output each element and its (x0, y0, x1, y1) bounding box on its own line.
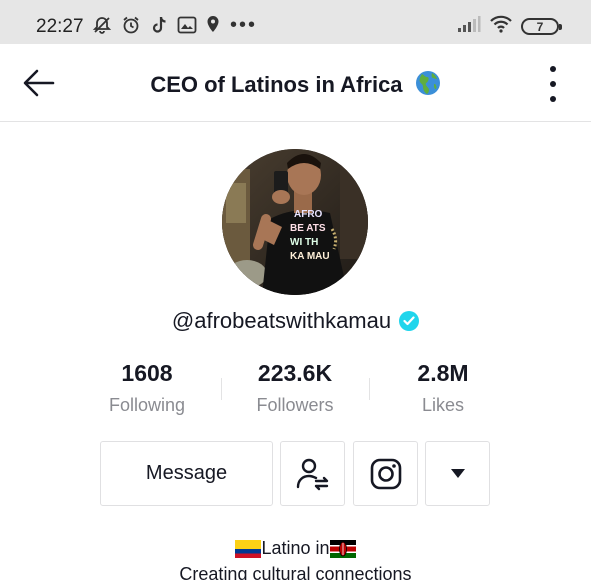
bio-line-1: Latino in (0, 538, 591, 559)
verified-badge-icon (399, 311, 420, 331)
alarm-icon (121, 15, 141, 35)
stat-followers[interactable]: 223.6K Followers (235, 360, 355, 416)
instagram-button[interactable] (353, 441, 418, 506)
more-notifications-icon: ••• (230, 14, 258, 36)
status-bar: 22:27 ••• 7 (0, 0, 591, 44)
following-label: Following (108, 395, 186, 415)
shirt-text-4: KA MAU (290, 251, 330, 262)
wifi-icon (489, 15, 513, 38)
stat-following[interactable]: 1608 Following (87, 360, 207, 416)
page-title: CEO of Latinos in Africa (0, 70, 591, 102)
followers-label: Followers (256, 395, 334, 415)
colombia-flag-icon (235, 539, 262, 558)
battery-level: 7 (536, 19, 544, 34)
dot-icon (550, 81, 556, 87)
username-row: @afrobeatswithkamau (0, 308, 591, 334)
notification-icons (92, 15, 220, 35)
likes-label: Likes (421, 395, 465, 415)
suggested-accounts-button[interactable] (425, 441, 490, 506)
profile-header: CEO of Latinos in Africa (0, 44, 591, 122)
bio-text-1: Latino in (261, 538, 330, 558)
shirt-text-1: AFRO (294, 209, 323, 220)
likes-count: 2.8M (417, 360, 469, 386)
page-title-text: CEO of Latinos in Africa (150, 72, 403, 97)
dot-icon (550, 96, 556, 102)
avatar-photo: AFRO BE ATS WI TH KA MAU (222, 149, 368, 295)
shirt-text-2: BE ATS (290, 223, 326, 234)
system-indicators: 7 (457, 15, 562, 38)
tiktok-icon (150, 15, 168, 35)
unfollow-button[interactable] (280, 441, 345, 506)
profile-avatar[interactable]: AFRO BE ATS WI TH KA MAU (222, 149, 368, 295)
status-time: 22:27 (36, 16, 84, 37)
bio-line-2: Creating cultural connections (179, 564, 412, 580)
bell-off-icon (92, 15, 112, 35)
location-icon (206, 15, 220, 35)
stat-divider (221, 378, 222, 400)
stat-divider (369, 378, 370, 400)
gallery-icon (177, 16, 197, 34)
dot-icon (550, 66, 556, 72)
message-button[interactable]: Message (100, 441, 273, 506)
more-options-button[interactable] (545, 66, 561, 102)
caret-down-icon (450, 469, 465, 478)
battery-indicator: 7 (521, 18, 562, 35)
profile-stats: 1608 Following 223.6K Followers 2.8M Lik… (0, 360, 591, 420)
username: @afrobeatswithkamau (171, 308, 392, 333)
user-following-icon (296, 458, 328, 490)
signal-icon (457, 15, 481, 38)
stat-likes: 2.8M Likes (383, 360, 503, 416)
shirt-text-3: WI TH (290, 237, 318, 248)
instagram-icon (370, 458, 401, 489)
globe-africa-icon (415, 70, 441, 102)
followers-count: 223.6K (257, 360, 333, 386)
kenya-flag-icon (329, 539, 356, 558)
following-count: 1608 (121, 360, 173, 386)
